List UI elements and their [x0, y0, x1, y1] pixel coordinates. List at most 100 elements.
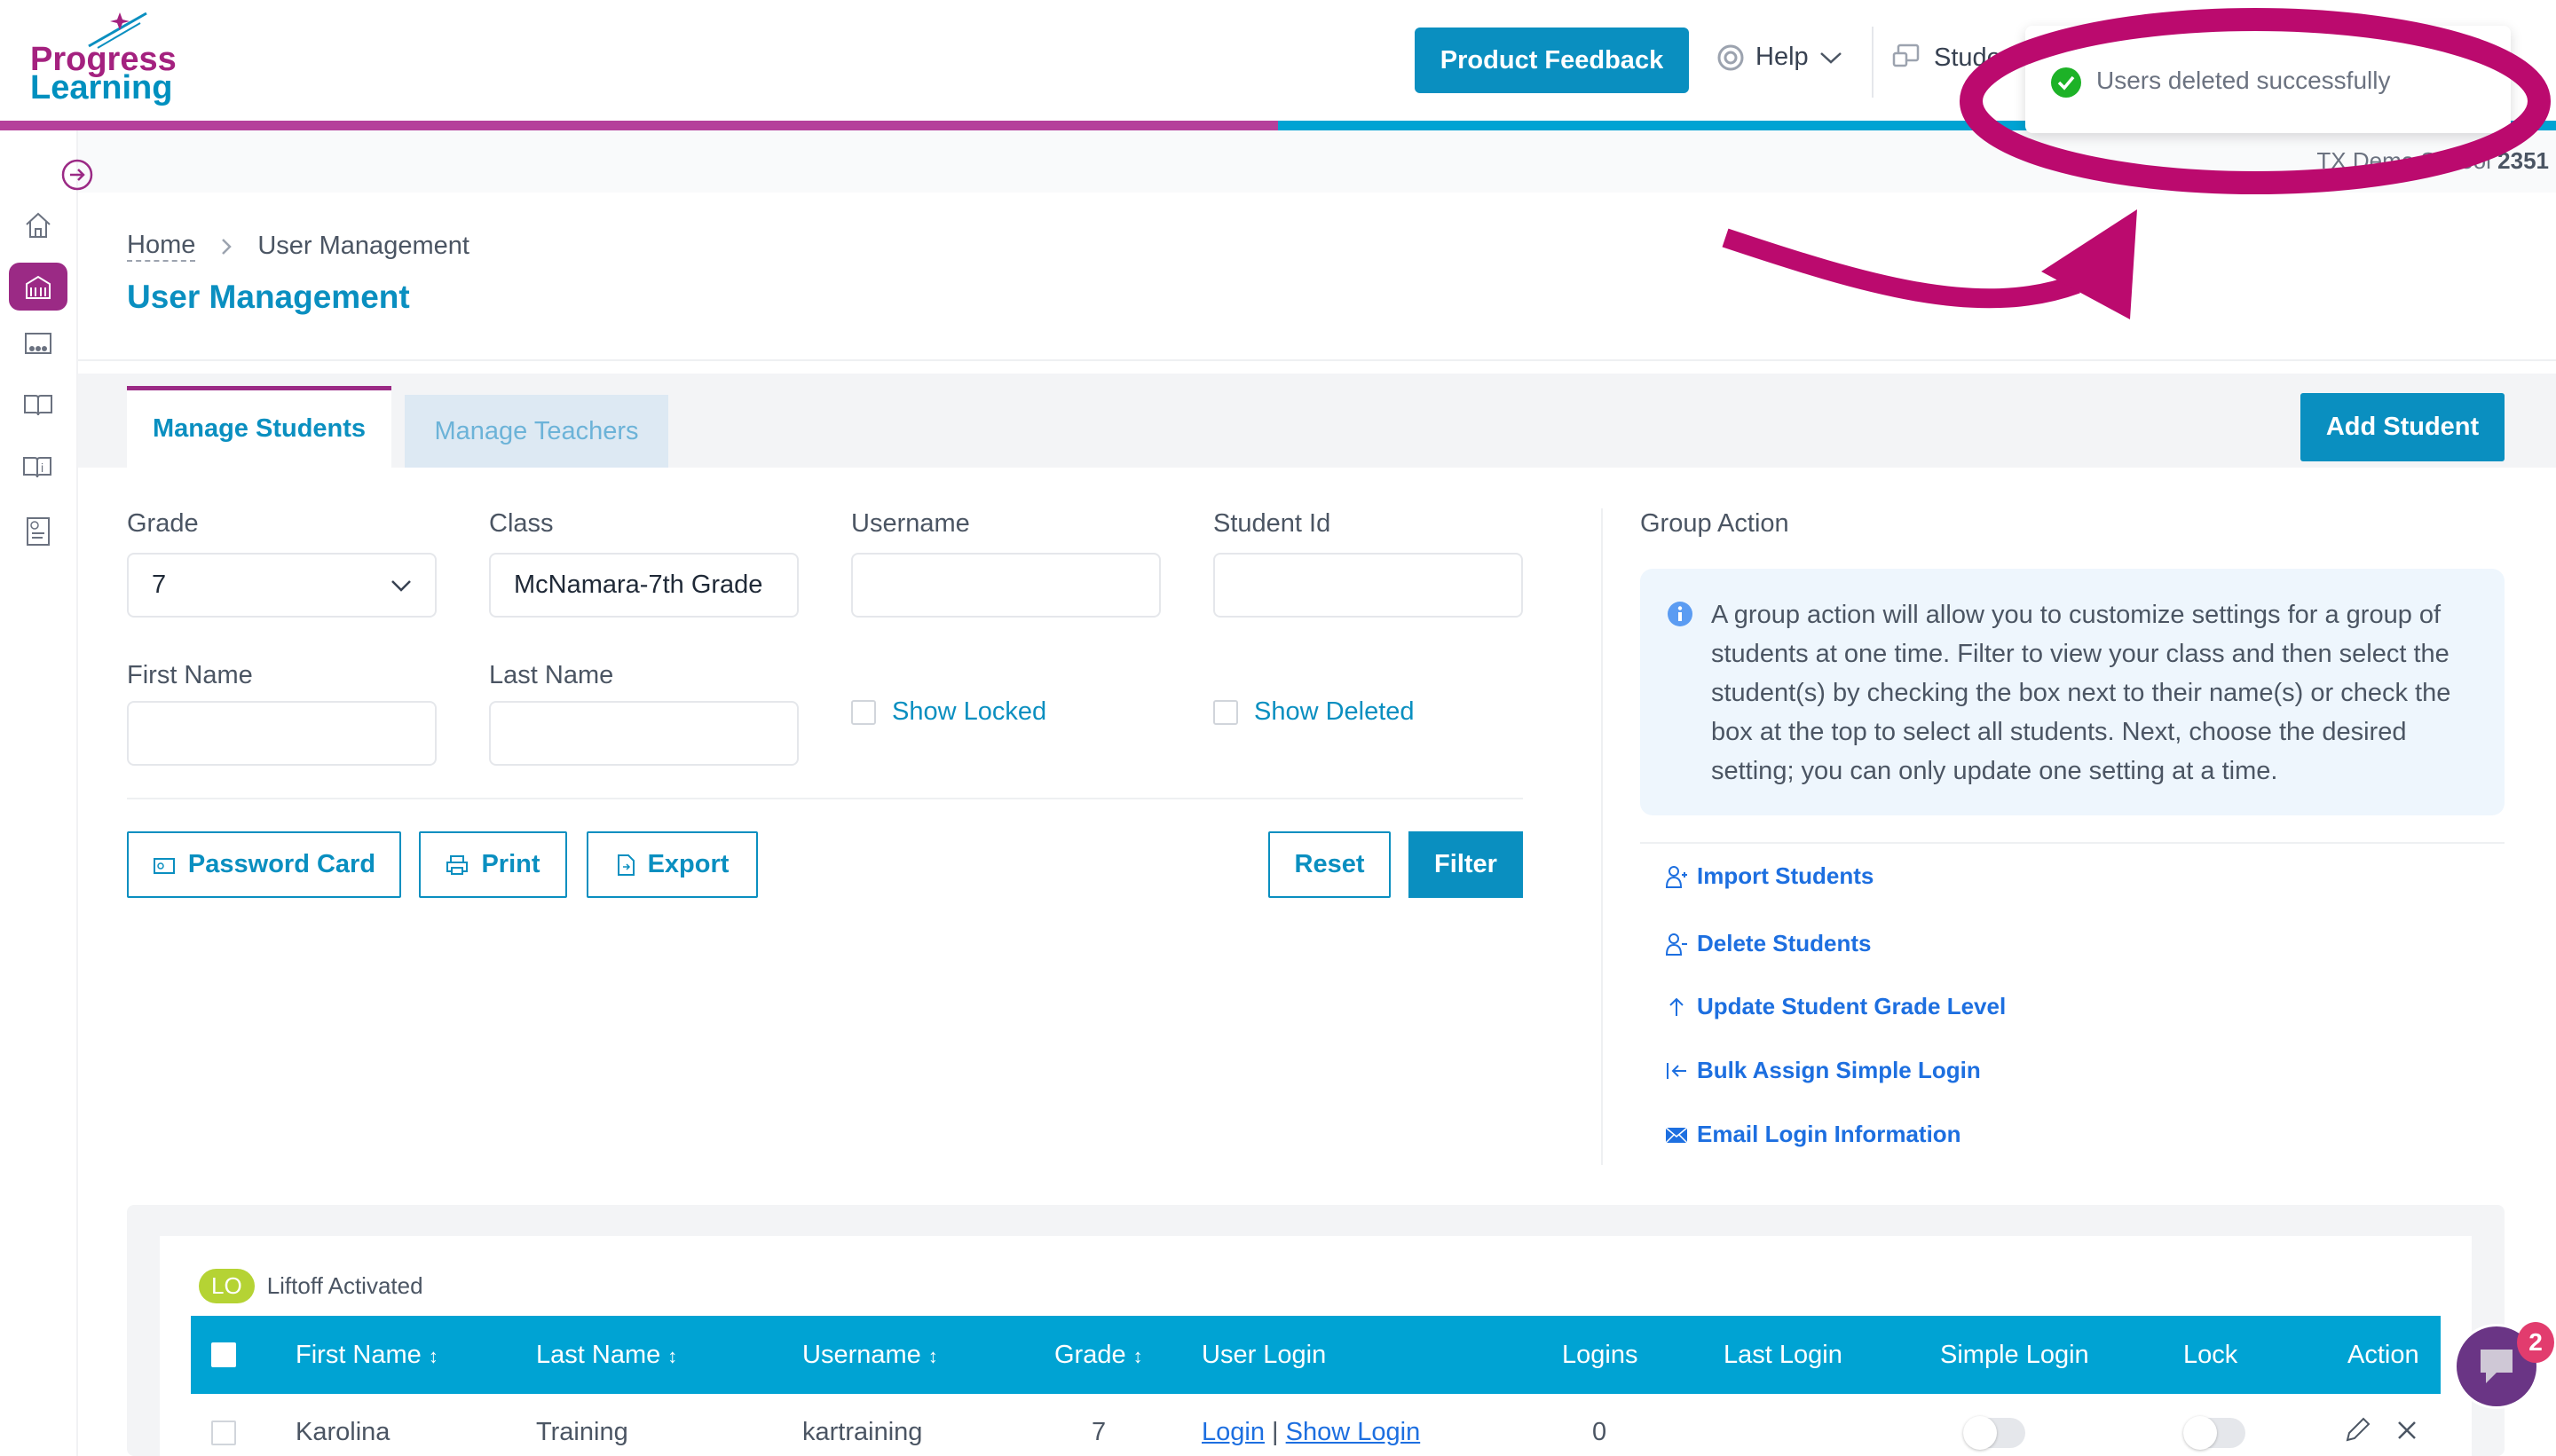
tab-manage-teachers[interactable]: Manage Teachers	[405, 395, 668, 468]
class-value: McNamara-7th Grade	[514, 571, 763, 599]
divider	[78, 359, 2556, 361]
chevron-down-icon	[391, 579, 411, 592]
print-label: Print	[481, 850, 540, 878]
column-last-name[interactable]: Last Name ↕	[536, 1341, 677, 1370]
update-grade-level-label: Update Student Grade Level	[1697, 993, 2007, 1019]
student-id-label: Student Id	[1213, 509, 1331, 538]
chevron-right-icon	[222, 238, 233, 255]
sidebar-collapse-button[interactable]	[55, 153, 99, 197]
arrow-right-circle-icon	[61, 159, 93, 191]
login-link[interactable]: Login	[1202, 1418, 1265, 1446]
first-name-label: First Name	[127, 661, 253, 689]
tab-manage-students[interactable]: Manage Students	[127, 386, 391, 468]
password-card-button[interactable]: Password Card	[127, 831, 401, 898]
user-minus-icon	[1665, 933, 1687, 956]
annotation-arrow	[1722, 228, 2080, 309]
show-locked-label: Show Locked	[892, 697, 1047, 726]
user-plus-icon	[1665, 865, 1687, 888]
column-divider	[1601, 508, 1603, 1165]
import-students-link[interactable]: Import Students	[1665, 862, 1874, 890]
delete-students-label: Delete Students	[1697, 930, 1872, 956]
bulk-assign-simple-login-link[interactable]: Bulk Assign Simple Login	[1665, 1057, 1981, 1084]
chat-icon	[2481, 1350, 2513, 1383]
delete-students-link[interactable]: Delete Students	[1665, 930, 1872, 957]
checkbox[interactable]	[1213, 699, 1238, 725]
print-button[interactable]: Print	[419, 831, 567, 898]
column-first-name[interactable]: First Name ↕	[296, 1341, 438, 1370]
book-icon	[24, 395, 52, 416]
sidebar-item-home[interactable]	[16, 203, 60, 248]
simple-login-toggle[interactable]	[1963, 1416, 2025, 1450]
last-name-label: Last Name	[489, 661, 614, 689]
lock-toggle[interactable]	[2183, 1416, 2245, 1450]
product-feedback-button[interactable]: Product Feedback	[1415, 28, 1689, 93]
info-icon	[1668, 602, 1692, 626]
arrow-up-icon	[1669, 997, 1684, 1016]
grade-select[interactable]: 7	[127, 553, 437, 618]
export-button[interactable]: Export	[587, 831, 758, 898]
separator: |	[1272, 1418, 1279, 1446]
group-action-info: A group action will allow you to customi…	[1640, 569, 2505, 815]
username-input[interactable]	[851, 553, 1161, 618]
annotation-overlay	[1722, 8, 2551, 319]
printer-icon	[446, 854, 469, 875]
classroom-icon	[25, 333, 51, 354]
column-action: Action	[2347, 1341, 2419, 1369]
column-user-login: User Login	[1202, 1341, 1327, 1369]
column-simple-login: Simple Login	[1940, 1341, 2089, 1369]
chat-notification-badge: 2	[2517, 1322, 2554, 1363]
grade-value: 7	[152, 571, 167, 599]
column-label: Last Name	[536, 1341, 661, 1369]
class-select[interactable]: McNamara-7th Grade	[489, 553, 799, 618]
cell-first-name: Karolina	[296, 1418, 390, 1446]
column-label: Grade	[1054, 1341, 1126, 1369]
group-action-title: Group Action	[1640, 509, 1789, 538]
filter-button[interactable]: Filter	[1408, 831, 1523, 898]
book-info-icon: i	[23, 457, 51, 478]
first-name-input[interactable]	[127, 701, 437, 766]
sort-icon: ↕	[428, 1345, 438, 1367]
login-arrow-icon	[1667, 1062, 1686, 1079]
update-grade-level-link[interactable]: Update Student Grade Level	[1665, 993, 2006, 1020]
username-label: Username	[851, 509, 970, 538]
student-id-input[interactable]	[1213, 553, 1523, 618]
delete-x-icon[interactable]	[2396, 1420, 2418, 1441]
show-deleted-checkbox[interactable]: Show Deleted	[1213, 697, 1415, 727]
column-grade[interactable]: Grade ↕	[1054, 1341, 1143, 1370]
report-icon	[27, 517, 50, 546]
annotation-arrowhead	[2041, 209, 2137, 319]
svg-text:i: i	[41, 460, 43, 475]
row-checkbox[interactable]	[211, 1421, 236, 1445]
edit-pencil-icon[interactable]	[2343, 1416, 2371, 1444]
column-lock: Lock	[2183, 1341, 2238, 1369]
cell-grade: 7	[1092, 1418, 1107, 1446]
school-icon	[26, 275, 51, 299]
cell-username: kartraining	[802, 1418, 923, 1446]
sidebar-item-resources[interactable]: i	[16, 445, 60, 490]
reset-button[interactable]: Reset	[1268, 831, 1391, 898]
breadcrumb-home[interactable]: Home	[127, 231, 196, 262]
password-card-label: Password Card	[187, 850, 376, 878]
liftoff-label: Liftoff Activated	[266, 1272, 423, 1299]
cell-logins: 0	[1592, 1418, 1607, 1446]
select-all-checkbox[interactable]	[211, 1342, 236, 1367]
bulk-assign-label: Bulk Assign Simple Login	[1697, 1057, 1981, 1083]
email-login-info-link[interactable]: Email Login Information	[1665, 1121, 1961, 1148]
sidebar-item-library[interactable]	[16, 382, 60, 427]
cell-last-name: Training	[536, 1418, 628, 1446]
header-stripe-magenta	[0, 121, 1278, 130]
show-locked-checkbox[interactable]: Show Locked	[851, 697, 1046, 727]
checkbox[interactable]	[851, 699, 876, 725]
sidebar-item-reports[interactable]	[16, 509, 60, 554]
sidebar-item-classes[interactable]	[16, 322, 60, 366]
show-login-link[interactable]: Show Login	[1286, 1418, 1421, 1446]
file-export-icon	[617, 854, 635, 876]
liftoff-badge: LO	[199, 1269, 255, 1303]
add-student-button[interactable]: Add Student	[2300, 393, 2505, 461]
sidebar-item-school[interactable]	[9, 263, 67, 311]
last-name-input[interactable]	[489, 701, 799, 766]
show-deleted-label: Show Deleted	[1254, 697, 1415, 726]
column-label: First Name	[296, 1341, 422, 1369]
column-username[interactable]: Username ↕	[802, 1341, 938, 1370]
import-students-label: Import Students	[1697, 862, 1874, 889]
